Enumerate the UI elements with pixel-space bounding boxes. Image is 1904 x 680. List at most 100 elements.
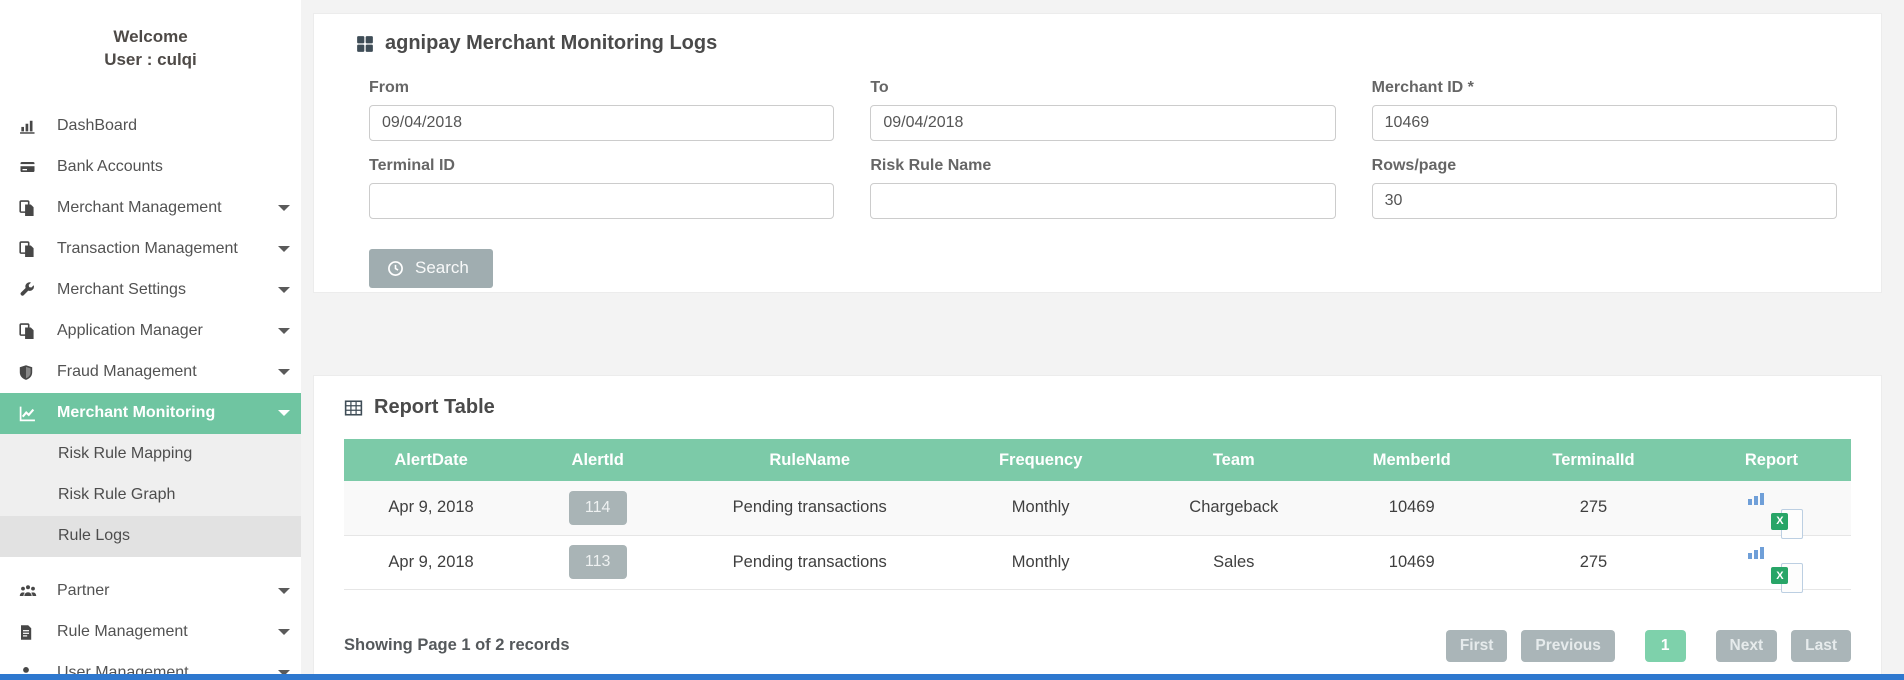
table-row: Apr 9, 2018 113 Pending transactions Mon…: [344, 535, 1851, 589]
field-risk-rule-name: Risk Rule Name: [870, 141, 1335, 219]
sidebar-item-merchant-management[interactable]: Merchant Management: [0, 188, 301, 229]
cell-team: Chargeback: [1139, 481, 1328, 535]
sidebar-item-bank-accounts[interactable]: Bank Accounts: [0, 147, 301, 188]
sidebar-item-label: Merchant Monitoring: [57, 404, 215, 422]
to-label: To: [870, 79, 1335, 97]
sidebar-item-label: Fraud Management: [57, 363, 197, 381]
cell-terminal-id: 275: [1495, 535, 1692, 589]
sidebar-item-partner[interactable]: Partner: [0, 571, 301, 612]
line-chart-icon: [18, 405, 40, 422]
sidebar-item-label: Merchant Settings: [57, 281, 186, 299]
excel-x-glyph: X: [1771, 567, 1788, 584]
chevron-down-icon: [278, 205, 290, 211]
excel-chart-bars: [1748, 493, 1764, 505]
welcome-line: Welcome: [0, 26, 301, 49]
search-button-label: Search: [415, 258, 469, 278]
sidebar-nav: DashBoard Bank Accounts Merchant Managem…: [0, 106, 301, 680]
field-rows-per-page: Rows/page: [1372, 141, 1837, 219]
pagination-page-1-button[interactable]: 1: [1645, 630, 1686, 662]
chevron-down-icon: [278, 246, 290, 252]
table-footer: Showing Page 1 of 2 records First Previo…: [344, 630, 1851, 662]
from-label: From: [369, 79, 834, 97]
cell-rule-name: Pending transactions: [677, 535, 942, 589]
cell-rule-name: Pending transactions: [677, 481, 942, 535]
background-window-edge: [0, 674, 1904, 680]
cell-member-id: 10469: [1328, 481, 1495, 535]
submenu-item-label: Risk Rule Graph: [58, 486, 175, 504]
column-header-report: Report: [1692, 439, 1851, 481]
pagination-first-button[interactable]: First: [1446, 630, 1508, 662]
sidebar-item-label: Merchant Management: [57, 199, 222, 217]
table-header-row: AlertDate AlertId RuleName Frequency Tea…: [344, 439, 1851, 481]
alert-id-button[interactable]: 114: [569, 491, 627, 525]
column-header-terminalid: TerminalId: [1495, 439, 1692, 481]
merchant-id-label: Merchant ID *: [1372, 79, 1837, 97]
alert-id-button[interactable]: 113: [569, 545, 627, 579]
pagination: First Previous 1 Next Last: [1446, 630, 1851, 662]
shield-icon: [18, 364, 40, 381]
sidebar-item-fraud-management[interactable]: Fraud Management: [0, 352, 301, 393]
report-table-title: Report Table: [374, 396, 495, 419]
sidebar-item-merchant-monitoring[interactable]: Merchant Monitoring: [0, 393, 301, 434]
sidebar-item-application-manager[interactable]: Application Manager: [0, 311, 301, 352]
cell-alert-date: Apr 9, 2018: [344, 535, 518, 589]
field-merchant-id: Merchant ID *: [1372, 63, 1837, 141]
pagination-last-button[interactable]: Last: [1791, 630, 1851, 662]
copy-icon: [18, 200, 40, 217]
th-large-icon: [356, 35, 374, 53]
cell-frequency: Monthly: [942, 535, 1139, 589]
sidebar-item-rule-management[interactable]: Rule Management: [0, 612, 301, 653]
sidebar-item-risk-rule-mapping[interactable]: Risk Rule Mapping: [0, 434, 301, 475]
users-icon: [18, 583, 40, 599]
chevron-down-icon: [278, 410, 290, 416]
wrench-icon: [18, 282, 40, 299]
sidebar-item-label: Partner: [57, 582, 109, 600]
cell-alert-date: Apr 9, 2018: [344, 481, 518, 535]
copy-icon: [18, 241, 40, 258]
field-from: From: [369, 63, 834, 141]
filter-form: From To Merchant ID * Terminal ID Risk R…: [369, 63, 1837, 219]
sidebar-item-transaction-management[interactable]: Transaction Management: [0, 229, 301, 270]
welcome-text: Welcome User : culqi: [0, 0, 301, 72]
welcome-user: User : culqi: [0, 49, 301, 72]
cell-member-id: 10469: [1328, 535, 1495, 589]
chevron-down-icon: [278, 369, 290, 375]
sidebar-item-merchant-settings[interactable]: Merchant Settings: [0, 270, 301, 311]
search-button[interactable]: Search: [369, 249, 493, 288]
sidebar-item-label: Bank Accounts: [57, 158, 163, 176]
sidebar-item-dashboard[interactable]: DashBoard: [0, 106, 301, 147]
excel-x-glyph: X: [1771, 513, 1788, 530]
from-input[interactable]: [369, 105, 834, 141]
submenu-item-label: Risk Rule Mapping: [58, 445, 192, 463]
sidebar-item-rule-logs[interactable]: Rule Logs: [0, 516, 301, 557]
sidebar-item-label: DashBoard: [57, 117, 137, 135]
file-text-icon: [18, 624, 40, 641]
table-row: Apr 9, 2018 114 Pending transactions Mon…: [344, 481, 1851, 535]
rows-per-page-input[interactable]: [1372, 183, 1837, 219]
chevron-down-icon: [278, 328, 290, 334]
risk-rule-name-input[interactable]: [870, 183, 1335, 219]
merchant-id-input[interactable]: [1372, 105, 1837, 141]
sidebar-item-risk-rule-graph[interactable]: Risk Rule Graph: [0, 475, 301, 516]
field-terminal-id: Terminal ID: [369, 141, 834, 219]
page-title: agnipay Merchant Monitoring Logs: [385, 32, 717, 55]
field-to: To: [870, 63, 1335, 141]
terminal-id-input[interactable]: [369, 183, 834, 219]
report-table: AlertDate AlertId RuleName Frequency Tea…: [344, 439, 1851, 590]
credit-card-icon: [18, 159, 40, 175]
sidebar-item-label: Rule Management: [57, 623, 188, 641]
showing-records-text: Showing Page 1 of 2 records: [344, 636, 570, 655]
to-input[interactable]: [870, 105, 1335, 141]
chevron-down-icon: [278, 629, 290, 635]
chevron-down-icon: [278, 287, 290, 293]
column-header-rulename: RuleName: [677, 439, 942, 481]
pagination-next-button[interactable]: Next: [1716, 630, 1778, 662]
filter-card-title: agnipay Merchant Monitoring Logs: [356, 32, 1837, 55]
pagination-previous-button[interactable]: Previous: [1521, 630, 1614, 662]
sidebar: Welcome User : culqi DashBoard Bank Acco…: [0, 0, 301, 680]
cell-frequency: Monthly: [942, 481, 1139, 535]
column-header-team: Team: [1139, 439, 1328, 481]
report-card-title: Report Table: [344, 396, 1851, 419]
column-header-alertid: AlertId: [518, 439, 677, 481]
sidebar-item-label: Application Manager: [57, 322, 203, 340]
